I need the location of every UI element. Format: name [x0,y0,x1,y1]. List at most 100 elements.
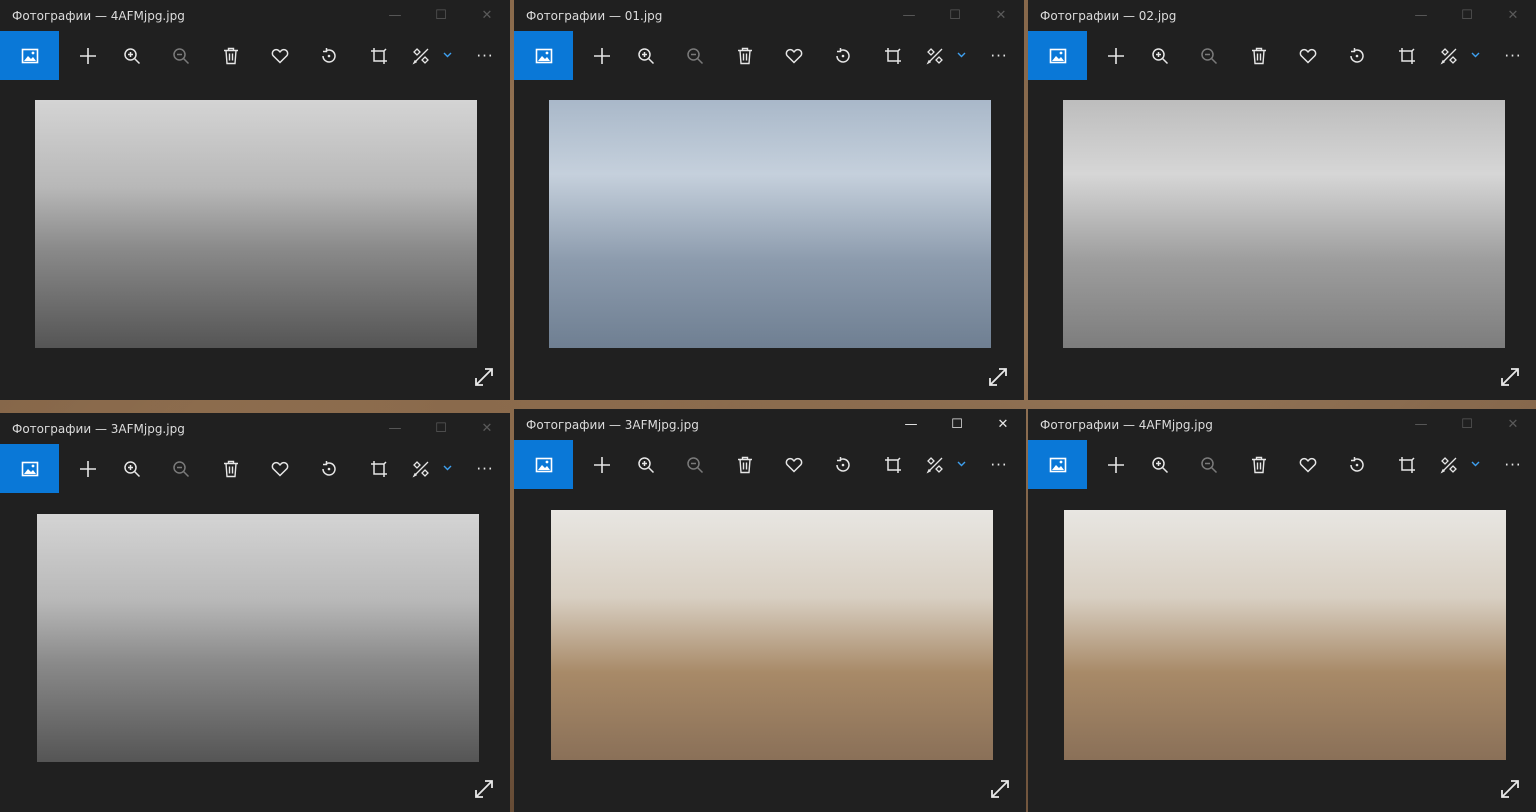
rotate-button[interactable] [314,444,344,493]
close-button[interactable]: ✕ [980,409,1026,440]
delete-button[interactable] [730,440,760,489]
zoom-out-button[interactable] [680,440,710,489]
delete-button[interactable] [216,31,246,80]
close-button[interactable]: ✕ [978,0,1024,31]
rotate-button[interactable] [314,31,344,80]
more-button[interactable]: ··· [1498,31,1528,80]
add-button[interactable] [587,31,617,80]
edit-button[interactable] [1434,440,1464,489]
zoom-out-button[interactable] [680,31,710,80]
delete-button[interactable] [216,444,246,493]
favorite-button[interactable] [779,440,809,489]
zoom-out-button[interactable] [1194,31,1224,80]
title-bar[interactable]: Фотографии — 4AFMjpg.jpg — ☐ ✕ [1028,409,1536,440]
rotate-button[interactable] [1342,31,1372,80]
crop-button[interactable] [1392,440,1422,489]
view-image-button[interactable] [0,31,59,80]
maximize-button[interactable]: ☐ [418,0,464,31]
edit-button[interactable] [920,31,950,80]
toolbar: ··· [514,440,1026,489]
view-image-button[interactable] [1028,31,1087,80]
zoom-out-button[interactable] [166,444,196,493]
zoom-in-button[interactable] [117,31,147,80]
close-button[interactable]: ✕ [464,0,510,31]
minimize-button[interactable]: — [372,0,418,31]
zoom-out-button[interactable] [166,31,196,80]
more-button[interactable]: ··· [984,31,1014,80]
edit-button[interactable] [406,31,436,80]
delete-button[interactable] [1244,440,1274,489]
favorite-button[interactable] [265,444,295,493]
title-bar[interactable]: Фотографии — 02.jpg — ☐ ✕ [1028,0,1536,31]
rotate-button[interactable] [828,31,858,80]
maximize-button[interactable]: ☐ [418,413,464,444]
favorite-button[interactable] [1293,31,1323,80]
view-image-button[interactable] [514,31,573,80]
expand-button[interactable] [472,365,496,389]
crop-button[interactable] [364,444,394,493]
chevron-down-icon[interactable] [1471,51,1480,61]
zoom-in-button[interactable] [1145,31,1175,80]
crop-button[interactable] [364,31,394,80]
crop-button[interactable] [878,440,908,489]
image-icon [535,457,552,472]
close-button[interactable]: ✕ [1490,409,1536,440]
view-image-button[interactable] [0,444,59,493]
minimize-button[interactable]: — [886,0,932,31]
expand-button[interactable] [472,777,496,801]
delete-button[interactable] [730,31,760,80]
view-image-button[interactable] [514,440,573,489]
chevron-down-icon[interactable] [443,464,452,474]
view-image-button[interactable] [1028,440,1087,489]
close-button[interactable]: ✕ [1490,0,1536,31]
edit-button[interactable] [920,440,950,489]
add-button[interactable] [73,444,103,493]
maximize-button[interactable]: ☐ [932,0,978,31]
favorite-button[interactable] [265,31,295,80]
edit-button[interactable] [406,444,436,493]
zoom-in-button[interactable] [117,444,147,493]
chevron-down-icon[interactable] [957,460,966,470]
crop-button[interactable] [1392,31,1422,80]
expand-button[interactable] [986,365,1010,389]
title-bar[interactable]: Фотографии — 4AFMjpg.jpg — ☐ ✕ [0,0,510,31]
minimize-button[interactable]: — [888,409,934,440]
add-button[interactable] [587,440,617,489]
delete-button[interactable] [1244,31,1274,80]
title-bar[interactable]: Фотографии — 3AFMjpg.jpg — ☐ ✕ [0,413,510,444]
crop-button[interactable] [878,31,908,80]
zoom-in-button[interactable] [631,31,661,80]
more-button[interactable]: ··· [1498,440,1528,489]
expand-button[interactable] [1498,365,1522,389]
chevron-down-icon[interactable] [443,51,452,61]
maximize-button[interactable]: ☐ [1444,409,1490,440]
photo-image [37,514,479,762]
expand-button[interactable] [1498,777,1522,801]
favorite-button[interactable] [1293,440,1323,489]
rotate-button[interactable] [828,440,858,489]
more-button[interactable]: ··· [984,440,1014,489]
edit-button[interactable] [1434,31,1464,80]
title-bar[interactable]: Фотографии — 3AFMjpg.jpg — ☐ ✕ [514,409,1026,440]
maximize-button[interactable]: ☐ [1444,0,1490,31]
minimize-button[interactable]: — [372,413,418,444]
minimize-button[interactable]: — [1398,0,1444,31]
zoom-in-button[interactable] [631,440,661,489]
close-button[interactable]: ✕ [464,413,510,444]
rotate-button[interactable] [1342,440,1372,489]
maximize-button[interactable]: ☐ [934,409,980,440]
expand-button[interactable] [988,777,1012,801]
chevron-down-icon[interactable] [957,51,966,61]
chevron-down-icon[interactable] [1471,460,1480,470]
more-button[interactable]: ··· [470,31,500,80]
minimize-button[interactable]: — [1398,409,1444,440]
more-button[interactable]: ··· [470,444,500,493]
add-button[interactable] [73,31,103,80]
zoom-in-button[interactable] [1145,440,1175,489]
title-bar[interactable]: Фотографии — 01.jpg — ☐ ✕ [514,0,1024,31]
add-button[interactable] [1101,31,1131,80]
favorite-button[interactable] [779,31,809,80]
zoom-out-button[interactable] [1194,440,1224,489]
more-icon: ··· [1504,455,1522,474]
add-button[interactable] [1101,440,1131,489]
